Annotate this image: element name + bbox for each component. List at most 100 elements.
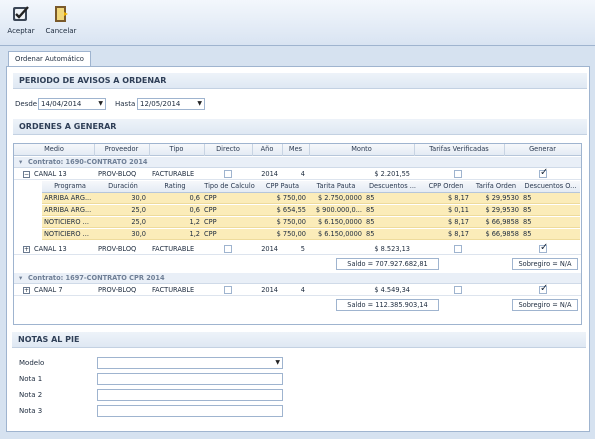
rating-cell: 1,2 <box>189 218 201 226</box>
table-row[interactable]: + CANAL 7 PROV-BLOQ FACTURABLE 2014 4 $ … <box>14 283 581 296</box>
nota3-field[interactable] <box>97 405 283 417</box>
col-mes[interactable]: Mes <box>282 144 309 155</box>
programa-cell: NOTICIERO ... <box>44 218 89 226</box>
tipo-cell: FACTURABLE <box>152 170 195 178</box>
dcol-cpp-pauta[interactable]: CPP Pauta <box>257 181 308 192</box>
cancel-button[interactable]: Cancelar <box>44 3 78 43</box>
dcol-descuentos[interactable]: Descuentos ... <box>364 181 421 192</box>
directo-checkbox[interactable] <box>224 286 232 294</box>
detail-row[interactable]: ARRIBA ARG... 30,0 0,6 CPP $ 750,00 $ 2.… <box>42 193 580 204</box>
generar-checkbox[interactable] <box>539 283 548 294</box>
group-row[interactable]: ▾ Contrato: 1690-CONTRATO 2014 <box>14 157 581 168</box>
cpp-orden-cell: $ 8,17 <box>448 194 469 202</box>
rating-cell: 1,2 <box>189 230 201 238</box>
duracion-cell: 25,0 <box>131 206 146 214</box>
nota2-field[interactable] <box>97 389 283 401</box>
cpp-orden-cell: $ 8,17 <box>448 218 469 226</box>
proveedor-cell: PROV-BLOQ <box>98 170 137 178</box>
chevron-down-icon[interactable]: ▼ <box>275 358 280 368</box>
descuentos-cell: 85 <box>366 194 375 202</box>
col-generar[interactable]: Generar <box>504 144 581 155</box>
rating-cell: 0,6 <box>189 206 201 214</box>
orders-grid: Medio Proveedor Tipo Directo Año Mes Mon… <box>13 143 582 325</box>
cancel-label: Cancelar <box>45 27 77 35</box>
collapse-icon[interactable]: − <box>23 171 30 178</box>
tarita-pauta-cell: $ 900.000,0... <box>315 206 362 214</box>
modelo-select[interactable]: ▼ <box>97 357 283 369</box>
cpp-orden-cell: $ 0,11 <box>448 206 469 214</box>
detail-row[interactable]: ARRIBA ARG... 25,0 0,6 CPP $ 654,55 $ 90… <box>42 205 580 216</box>
directo-checkbox[interactable] <box>224 170 232 178</box>
dcol-duracion[interactable]: Duración <box>98 181 148 192</box>
chevron-down-icon[interactable]: ▼ <box>98 99 103 109</box>
tarifa-orden-cell: $ 29,9530 <box>485 206 519 214</box>
medio-cell: CANAL 13 <box>34 245 67 253</box>
desde-label: Desde <box>15 100 38 108</box>
col-medio[interactable]: Medio <box>14 144 94 155</box>
table-row[interactable]: + CANAL 13 PROV-BLOQ FACTURABLE 2014 5 $… <box>14 242 581 255</box>
desde-date-picker[interactable]: 14/04/2014 ▼ <box>38 98 106 110</box>
tipo-cell: FACTURABLE <box>152 286 195 294</box>
tarifas-verificadas-checkbox[interactable] <box>454 245 462 253</box>
tarifas-verificadas-checkbox[interactable] <box>454 170 462 178</box>
collapse-arrow-icon[interactable]: ▾ <box>17 273 24 284</box>
mes-cell: 4 <box>300 286 305 294</box>
detail-row[interactable]: NOTICIERO ... 25,0 1,2 CPP $ 750,00 $ 6.… <box>42 217 580 228</box>
detail-row[interactable]: NOTICIERO ... 30,0 1,2 CPP $ 750,00 $ 6.… <box>42 229 580 240</box>
generar-checkbox[interactable] <box>539 242 548 253</box>
proveedor-cell: PROV-BLOQ <box>98 286 137 294</box>
tarifas-verificadas-checkbox[interactable] <box>454 286 462 294</box>
col-monto[interactable]: Monto <box>309 144 414 155</box>
dcol-descuentos-orden[interactable]: Descuentos O... <box>521 181 580 192</box>
expand-icon[interactable]: + <box>23 287 30 294</box>
col-tarifas-verificadas[interactable]: Tarifas Verificadas <box>414 144 504 155</box>
duracion-cell: 30,0 <box>131 230 146 238</box>
nota1-field[interactable] <box>97 373 283 385</box>
group-row[interactable]: ▾ Contrato: 1697-CONTRATO CPR 2014 <box>14 273 581 284</box>
tipo-calculo-cell: CPP <box>204 218 217 226</box>
duracion-cell: 25,0 <box>131 218 146 226</box>
dcol-programa[interactable]: Programa <box>42 181 98 192</box>
accept-button[interactable]: Aceptar <box>4 3 38 43</box>
chevron-down-icon[interactable]: ▼ <box>197 99 202 109</box>
descuentos-orden-cell: 85 <box>523 218 532 226</box>
col-tipo[interactable]: Tipo <box>149 144 204 155</box>
col-directo[interactable]: Directo <box>204 144 252 155</box>
dcol-tarifa-orden[interactable]: Tarifa Orden <box>471 181 521 192</box>
programa-cell: ARRIBA ARG... <box>44 194 92 202</box>
anio-cell: 2014 <box>261 170 278 178</box>
sobregiro-summary: Sobregiro = N/A <box>512 299 578 311</box>
tarifa-orden-cell: $ 29,9530 <box>485 194 519 202</box>
col-proveedor[interactable]: Proveedor <box>94 144 149 155</box>
collapse-arrow-icon[interactable]: ▾ <box>17 157 24 168</box>
monto-cell: $ 2.201,55 <box>374 170 410 178</box>
dcol-tipo-calculo[interactable]: Tipo de Calculo <box>202 181 257 192</box>
tab-ordenar-automatico[interactable]: Ordenar Automático <box>8 51 91 67</box>
cpp-pauta-cell: $ 654,55 <box>276 206 306 214</box>
monto-cell: $ 8.523,13 <box>374 245 410 253</box>
dcol-cpp-orden[interactable]: CPP Orden <box>421 181 471 192</box>
tarita-pauta-cell: $ 6.150,0000 <box>317 230 362 238</box>
monto-cell: $ 4.549,34 <box>374 286 410 294</box>
cpp-pauta-cell: $ 750,00 <box>276 194 306 202</box>
grid-header: Medio Proveedor Tipo Directo Año Mes Mon… <box>14 144 581 156</box>
tarita-pauta-cell: $ 6.150,0000 <box>317 218 362 226</box>
accept-label: Aceptar <box>7 27 35 35</box>
hasta-date-picker[interactable]: 12/05/2014 ▼ <box>137 98 205 110</box>
expand-icon[interactable]: + <box>23 246 30 253</box>
rating-cell: 0,6 <box>189 194 201 202</box>
hasta-label: Hasta <box>115 100 136 108</box>
mes-cell: 4 <box>300 170 305 178</box>
hasta-value: 12/05/2014 <box>140 100 181 108</box>
generar-checkbox[interactable] <box>539 167 548 178</box>
dcol-tarita-pauta[interactable]: Tarita Pauta <box>308 181 364 192</box>
descuentos-orden-cell: 85 <box>523 194 532 202</box>
detail-header: Programa Duración Rating Tipo de Calculo… <box>42 181 580 193</box>
table-row[interactable]: − CANAL 13 PROV-BLOQ FACTURABLE 2014 4 $… <box>14 167 581 180</box>
dcol-rating[interactable]: Rating <box>148 181 202 192</box>
col-anio[interactable]: Año <box>252 144 282 155</box>
group-label: Contrato: 1690-CONTRATO 2014 <box>28 158 148 166</box>
cpp-orden-cell: $ 8,17 <box>448 230 469 238</box>
directo-checkbox[interactable] <box>224 245 232 253</box>
descuentos-orden-cell: 85 <box>523 206 532 214</box>
